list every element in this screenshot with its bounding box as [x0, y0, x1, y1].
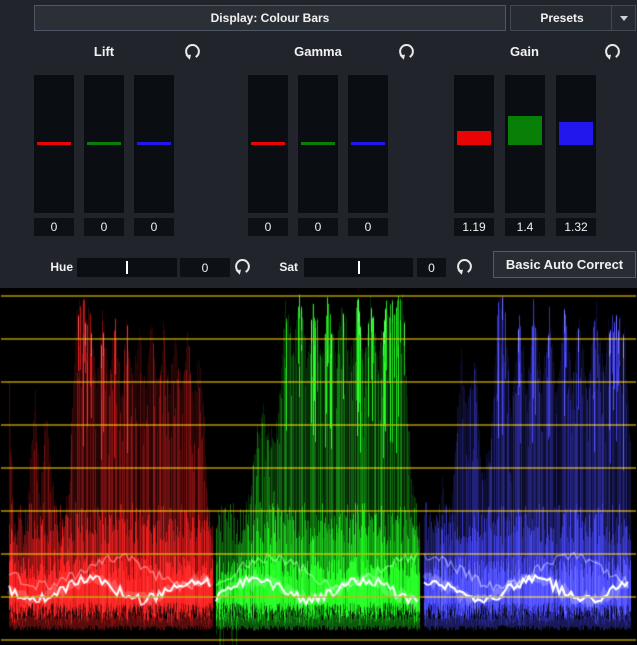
presets-dropdown-button[interactable] [611, 6, 635, 30]
lift-blue-value: 0 [134, 218, 174, 236]
lift-blue-slider[interactable] [134, 75, 174, 213]
lift-red-slider[interactable] [34, 75, 74, 213]
hue-label: Hue [38, 258, 73, 277]
gamma-red-handle[interactable] [251, 142, 285, 145]
rgb-parade-waveform-scope [0, 288, 637, 645]
gamma-blue-slider[interactable] [348, 75, 388, 213]
display-mode-label: Display: Colour Bars [211, 11, 330, 25]
lift-blue-handle[interactable] [137, 142, 171, 145]
lift-red-handle[interactable] [37, 142, 71, 145]
gain-section-label: Gain [444, 44, 605, 59]
sat-slider[interactable] [304, 258, 413, 277]
gamma-reset-icon[interactable] [397, 42, 416, 61]
gain-red-value: 1.19 [454, 218, 494, 236]
gain-green-value: 1.4 [505, 218, 545, 236]
sat-value: 0 [417, 258, 446, 277]
basic-auto-correct-label: Basic Auto Correct [506, 257, 623, 272]
gain-blue-value: 1.32 [556, 218, 596, 236]
colour-correction-panel: Display: Colour Bars Presets Lift Gamma … [0, 0, 637, 645]
lift-reset-icon[interactable] [183, 42, 202, 61]
hue-slider-thumb[interactable] [126, 261, 128, 274]
gain-green-slider[interactable] [505, 75, 545, 213]
gamma-red-slider[interactable] [248, 75, 288, 213]
lift-red-value: 0 [34, 218, 74, 236]
gamma-green-slider[interactable] [298, 75, 338, 213]
gain-blue-slider[interactable] [556, 75, 596, 213]
lift-green-handle[interactable] [87, 142, 121, 145]
presets-label: Presets [540, 11, 583, 25]
lift-section-label: Lift [24, 44, 184, 59]
presets-button[interactable]: Presets [510, 5, 636, 31]
gain-reset-icon[interactable] [603, 42, 622, 61]
hue-value: 0 [180, 258, 230, 277]
chevron-down-icon [620, 16, 628, 25]
gain-red-handle[interactable] [457, 131, 491, 145]
gamma-section-label: Gamma [238, 44, 398, 59]
hue-reset-icon[interactable] [233, 257, 252, 276]
gamma-blue-value: 0 [348, 218, 388, 236]
basic-auto-correct-button[interactable]: Basic Auto Correct [493, 251, 636, 278]
sat-reset-icon[interactable] [455, 257, 474, 276]
hue-slider[interactable] [77, 258, 177, 277]
gain-red-slider[interactable] [454, 75, 494, 213]
display-mode-button[interactable]: Display: Colour Bars [34, 5, 506, 31]
gamma-green-value: 0 [298, 218, 338, 236]
lift-green-slider[interactable] [84, 75, 124, 213]
gain-blue-handle[interactable] [559, 122, 593, 145]
gamma-blue-handle[interactable] [351, 142, 385, 145]
sat-label: Sat [274, 258, 298, 277]
gain-green-handle[interactable] [508, 116, 542, 145]
gamma-green-handle[interactable] [301, 142, 335, 145]
gamma-red-value: 0 [248, 218, 288, 236]
sat-slider-thumb[interactable] [358, 261, 360, 274]
lift-green-value: 0 [84, 218, 124, 236]
